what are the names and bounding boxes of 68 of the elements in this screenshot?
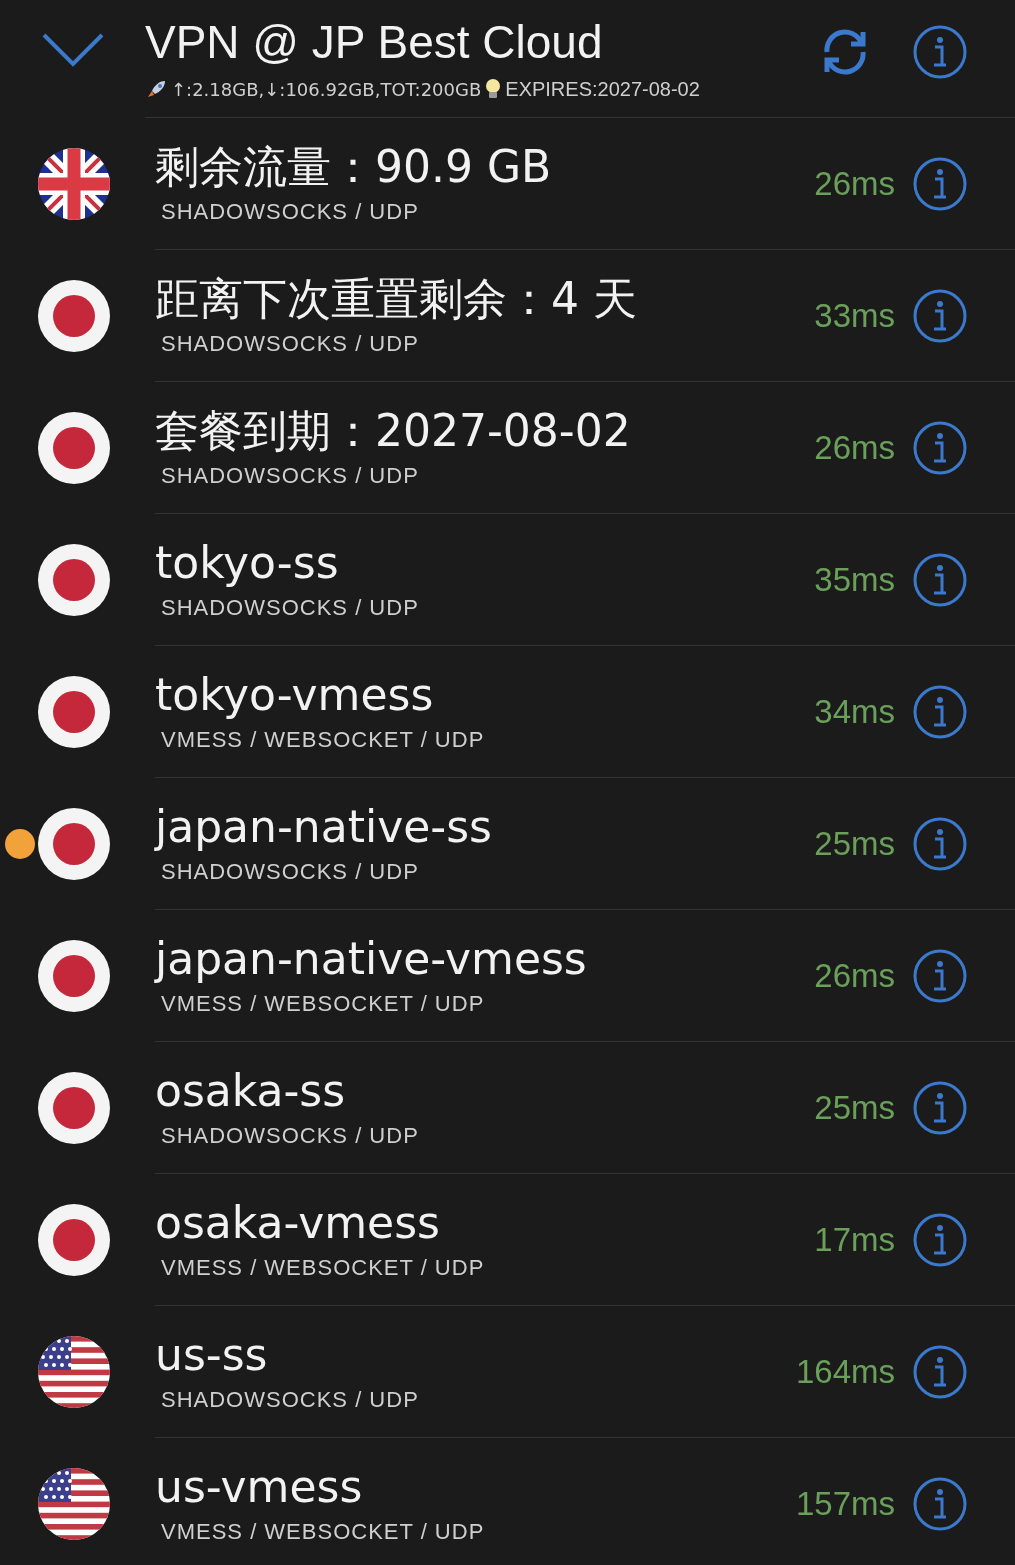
protocol-text: VMESS / WEBSOCKET / UDP <box>160 1518 486 1546</box>
protocol-text: VMESS / WEBSOCKET / UDP <box>160 990 486 1018</box>
flag-icon <box>38 280 110 352</box>
server-item[interactable]: us-vmess VMESS / WEBSOCKET / UDP 157ms <box>155 1438 1015 1565</box>
server-item[interactable]: japan-native-ss SHADOWSOCKS / UDP 25ms <box>155 778 1015 910</box>
protocol-text: SHADOWSOCKS / UDP <box>160 330 420 358</box>
latency-text: 26ms <box>814 163 895 204</box>
server-name: us-ss <box>155 1329 269 1381</box>
server-item[interactable]: osaka-vmess VMESS / WEBSOCKET / UDP 17ms <box>155 1174 1015 1306</box>
server-name: tokyo-ss <box>155 537 340 589</box>
info-icon[interactable] <box>913 948 967 1003</box>
latency-text: 26ms <box>814 955 895 996</box>
server-item[interactable]: japan-native-vmess VMESS / WEBSOCKET / UDP 26ms <box>155 910 1015 1042</box>
info-icon[interactable] <box>913 156 967 211</box>
latency-text: 164ms <box>795 1351 895 1392</box>
info-icon[interactable] <box>913 552 967 607</box>
server-name: 距离下次重置剩余：4 天 <box>155 273 638 325</box>
info-icon[interactable] <box>913 1344 967 1399</box>
protocol-text: SHADOWSOCKS / UDP <box>160 198 420 226</box>
protocol-text: VMESS / WEBSOCKET / UDP <box>160 1254 486 1282</box>
flag-icon <box>38 940 110 1012</box>
info-icon[interactable] <box>913 1080 967 1135</box>
protocol-text: SHADOWSOCKS / UDP <box>160 1122 420 1150</box>
server-name: japan-native-ss <box>155 801 493 853</box>
flag-icon <box>38 1204 110 1276</box>
info-icon[interactable] <box>913 816 967 871</box>
protocol-text: SHADOWSOCKS / UDP <box>160 858 420 886</box>
info-icon[interactable] <box>913 420 967 475</box>
latency-text: 26ms <box>814 427 895 468</box>
info-icon[interactable] <box>913 1212 967 1267</box>
server-item[interactable]: 距离下次重置剩余：4 天 SHADOWSOCKS / UDP 33ms <box>155 250 1015 382</box>
info-icon[interactable] <box>913 1476 967 1531</box>
protocol-text: VMESS / WEBSOCKET / UDP <box>160 726 486 754</box>
server-name: osaka-vmess <box>155 1197 441 1249</box>
server-item[interactable]: us-ss SHADOWSOCKS / UDP 164ms <box>155 1306 1015 1438</box>
flag-icon <box>38 1072 110 1144</box>
server-item[interactable]: tokyo-vmess VMESS / WEBSOCKET / UDP 34ms <box>155 646 1015 778</box>
flag-icon <box>38 676 110 748</box>
server-name: tokyo-vmess <box>155 669 435 721</box>
latency-text: 25ms <box>814 823 895 864</box>
info-icon[interactable] <box>913 25 967 79</box>
info-icon[interactable] <box>913 684 967 739</box>
protocol-text: SHADOWSOCKS / UDP <box>160 1386 420 1414</box>
expires-text: EXPIRES:2027-08-02 <box>505 77 700 102</box>
server-item[interactable]: 套餐到期：2027-08-02 SHADOWSOCKS / UDP 26ms <box>155 382 1015 514</box>
info-icon[interactable] <box>913 288 967 343</box>
protocol-text: SHADOWSOCKS / UDP <box>160 462 420 490</box>
server-name: osaka-ss <box>155 1065 347 1117</box>
usage-text: ↑:2.18GB,↓:106.92GB,TOT:200GB <box>171 77 482 102</box>
window-title: VPN @ JP Best Cloud <box>145 15 604 70</box>
latency-text: 34ms <box>814 691 895 732</box>
flag-icon <box>38 412 110 484</box>
latency-text: 17ms <box>814 1219 895 1260</box>
server-name: japan-native-vmess <box>155 933 588 985</box>
server-name: 剩余流量：90.9 GB <box>155 141 553 193</box>
flag-icon <box>38 544 110 616</box>
latency-text: 35ms <box>814 559 895 600</box>
chevron-down-icon[interactable] <box>40 32 105 68</box>
server-name: 套餐到期：2027-08-02 <box>155 405 632 457</box>
server-item[interactable]: osaka-ss SHADOWSOCKS / UDP 25ms <box>155 1042 1015 1174</box>
latency-text: 33ms <box>814 295 895 336</box>
latency-text: 157ms <box>795 1483 895 1524</box>
server-item[interactable]: 剩余流量：90.9 GB SHADOWSOCKS / UDP 26ms <box>155 118 1015 250</box>
server-item[interactable]: tokyo-ss SHADOWSOCKS / UDP 35ms <box>155 514 1015 646</box>
flag-icon <box>38 808 110 880</box>
latency-text: 25ms <box>814 1087 895 1128</box>
protocol-text: SHADOWSOCKS / UDP <box>160 594 420 622</box>
server-name: us-vmess <box>155 1461 364 1513</box>
